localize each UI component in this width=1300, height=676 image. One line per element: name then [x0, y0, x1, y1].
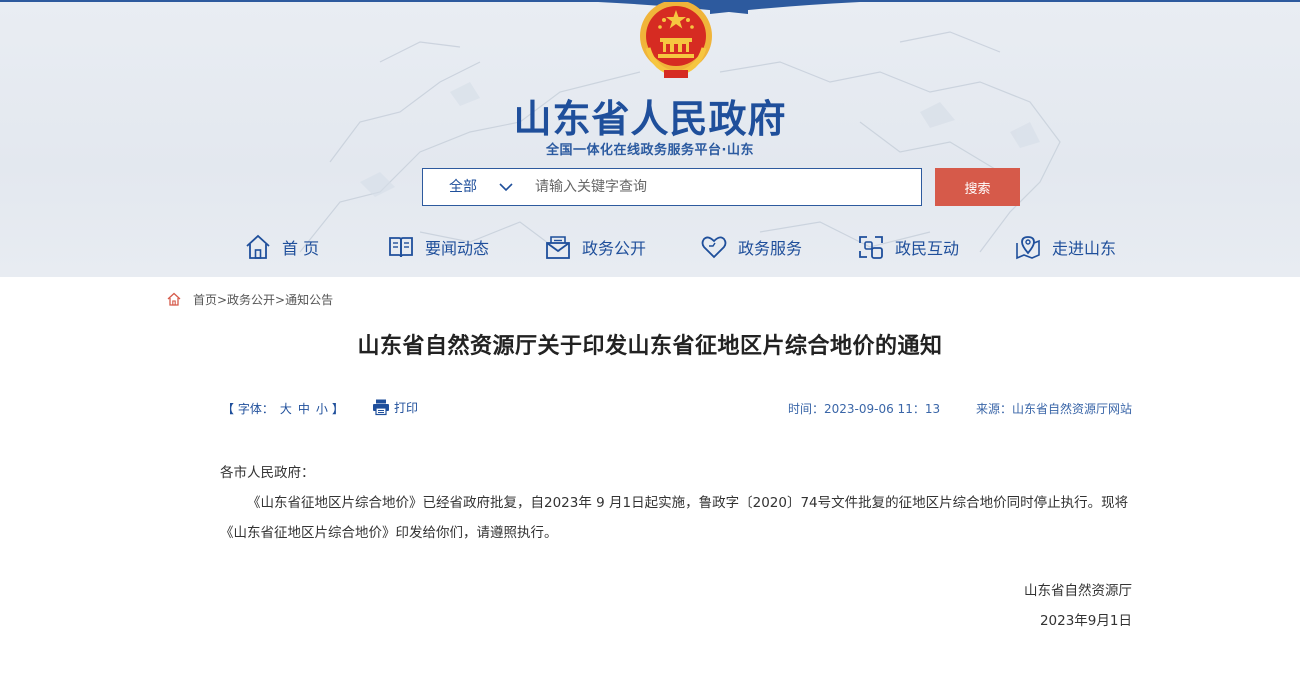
font-size-label-close: 】 [331, 402, 344, 416]
site-subtitle: 全国一体化在线政务服务平台·山东 [546, 143, 754, 158]
print-button[interactable]: 打印 [372, 398, 418, 416]
nav-item-gov-open[interactable]: 政务公开 [544, 228, 646, 266]
mail-icon [546, 236, 570, 259]
breadcrumb: 首页>政务公开>通知公告 [167, 290, 333, 308]
font-size-label: 【 字体： [222, 402, 274, 416]
nav-item-about-shandong[interactable]: 走进山东 [1014, 228, 1116, 266]
font-medium-button[interactable]: 中 [298, 402, 310, 416]
article-body: 各市人民政府： 《山东省征地区片综合地价》已经省政府批复，自2023年 9 月1… [220, 458, 1132, 548]
emblem-ribbon-right [710, 2, 860, 14]
article-source: 来源：山东省自然资源厅网站 [976, 402, 1133, 416]
main-nav: 首 页 要闻动态 政务公开 政务服务 政民互动 走进山东 [0, 228, 1300, 266]
interaction-icon [859, 236, 883, 259]
search-box: 全部 [422, 168, 922, 206]
font-size-control: 【 字体： 大中小】 [222, 400, 348, 417]
body-paragraph: 《山东省征地区片综合地价》已经省政府批复，自2023年 9 月1日起实施，鲁政字… [220, 495, 1129, 541]
salutation: 各市人民政府： [220, 465, 315, 481]
heart-icon [701, 236, 727, 259]
nav-item-label: 政务公开 [582, 239, 647, 258]
nav-item-label: 要闻动态 [425, 239, 490, 258]
nav-item-label: 政民互动 [895, 239, 960, 258]
chevron-down-icon[interactable] [499, 181, 513, 193]
nav-item-label: 走进山东 [1052, 239, 1117, 258]
nav-item-label: 政务服务 [738, 239, 803, 258]
search-scope-select[interactable]: 全部 [449, 169, 477, 205]
nav-item-news[interactable]: 要闻动态 [387, 228, 489, 266]
signature-date: 2023年9月1日 [1039, 613, 1132, 629]
breadcrumb-text[interactable]: 首页>政务公开>通知公告 [193, 291, 333, 308]
nav-item-label: 首 页 [282, 239, 320, 258]
article-title: 山东省自然资源厅关于印发山东省征地区片综合地价的通知 [357, 334, 943, 359]
map-pin-icon [1016, 236, 1040, 260]
nav-item-home[interactable]: 首 页 [244, 228, 319, 266]
font-large-button[interactable]: 大 [280, 402, 292, 416]
article-meta: 【 字体： 大中小】 打印 时间：2023-09-06 11：13 来源：山东省自… [0, 398, 1300, 418]
print-label: 打印 [394, 400, 419, 415]
search-button[interactable]: 搜索 [935, 168, 1020, 206]
nav-item-interaction[interactable]: 政民互动 [857, 228, 959, 266]
printer-icon [373, 399, 389, 416]
publish-time: 时间：2023-09-06 11：13 [788, 402, 941, 416]
font-small-button[interactable]: 小 [316, 402, 328, 416]
site-title: 山东省人民政府 [513, 97, 787, 141]
national-emblem-icon [640, 2, 712, 78]
signature-org: 山东省自然资源厅 [1024, 583, 1132, 599]
signature-block: 山东省自然资源厅 2023年9月1日 [1024, 576, 1132, 636]
search-input[interactable] [535, 173, 905, 201]
home-icon [246, 234, 270, 259]
book-icon [389, 237, 413, 258]
home-icon[interactable] [167, 292, 181, 306]
header-banner: 山东省人民政府 全国一体化在线政务服务平台·山东 全部 搜索 首 页 [0, 0, 1300, 277]
nav-item-gov-service[interactable]: 政务服务 [700, 228, 802, 266]
